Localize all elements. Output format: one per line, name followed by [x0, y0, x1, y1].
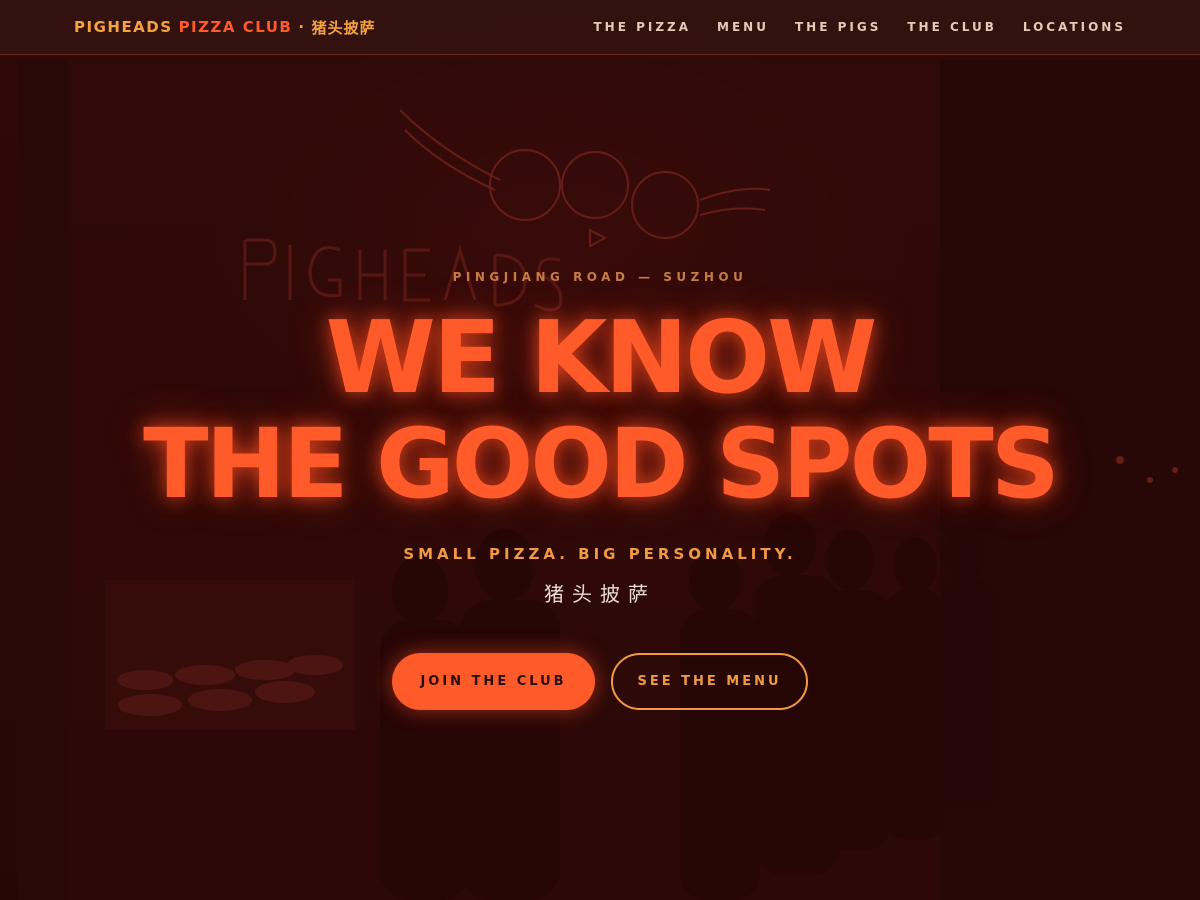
hero-tagline-chinese: 猪头披萨	[544, 582, 656, 606]
hero-tagline: SMALL PIZZA. BIG PERSONALITY.	[403, 545, 797, 563]
hero-section: PINGJIANG ROAD — SUZHOU WE KNOW THE GOOD…	[0, 0, 1200, 900]
brand-name-part2: PIZZA CLUB	[178, 18, 293, 36]
nav-link-locations[interactable]: LOCATIONS	[1023, 20, 1126, 34]
see-the-menu-button[interactable]: SEE THE MENU	[611, 653, 808, 710]
hero-headline-line2: THE GOOD SPOTS	[143, 408, 1060, 520]
hero-headline-line1: WE KNOW	[325, 299, 878, 416]
top-navigation-bar: PIGHEADS PIZZA CLUB · 猪头披萨 THE PIZZA MEN…	[0, 0, 1200, 55]
main-nav: THE PIZZA MENU THE PIGS THE CLUB LOCATIO…	[593, 20, 1126, 34]
join-the-club-button[interactable]: JOIN THE CLUB	[392, 653, 595, 710]
nav-link-the-pizza[interactable]: THE PIZZA	[593, 20, 691, 34]
hero-location-eyebrow: PINGJIANG ROAD — SUZHOU	[452, 270, 748, 284]
brand-name-part1: PIGHEADS	[74, 18, 173, 36]
nav-link-the-pigs[interactable]: THE PIGS	[795, 20, 881, 34]
brand-name-chinese: 猪头披萨	[311, 18, 376, 37]
brand-separator: ·	[298, 18, 306, 36]
nav-link-menu[interactable]: MENU	[717, 20, 769, 34]
brand-logo[interactable]: PIGHEADS PIZZA CLUB · 猪头披萨	[74, 17, 376, 38]
nav-link-the-club[interactable]: THE CLUB	[907, 20, 997, 34]
hero-headline: WE KNOW THE GOOD SPOTS	[0, 299, 1200, 520]
